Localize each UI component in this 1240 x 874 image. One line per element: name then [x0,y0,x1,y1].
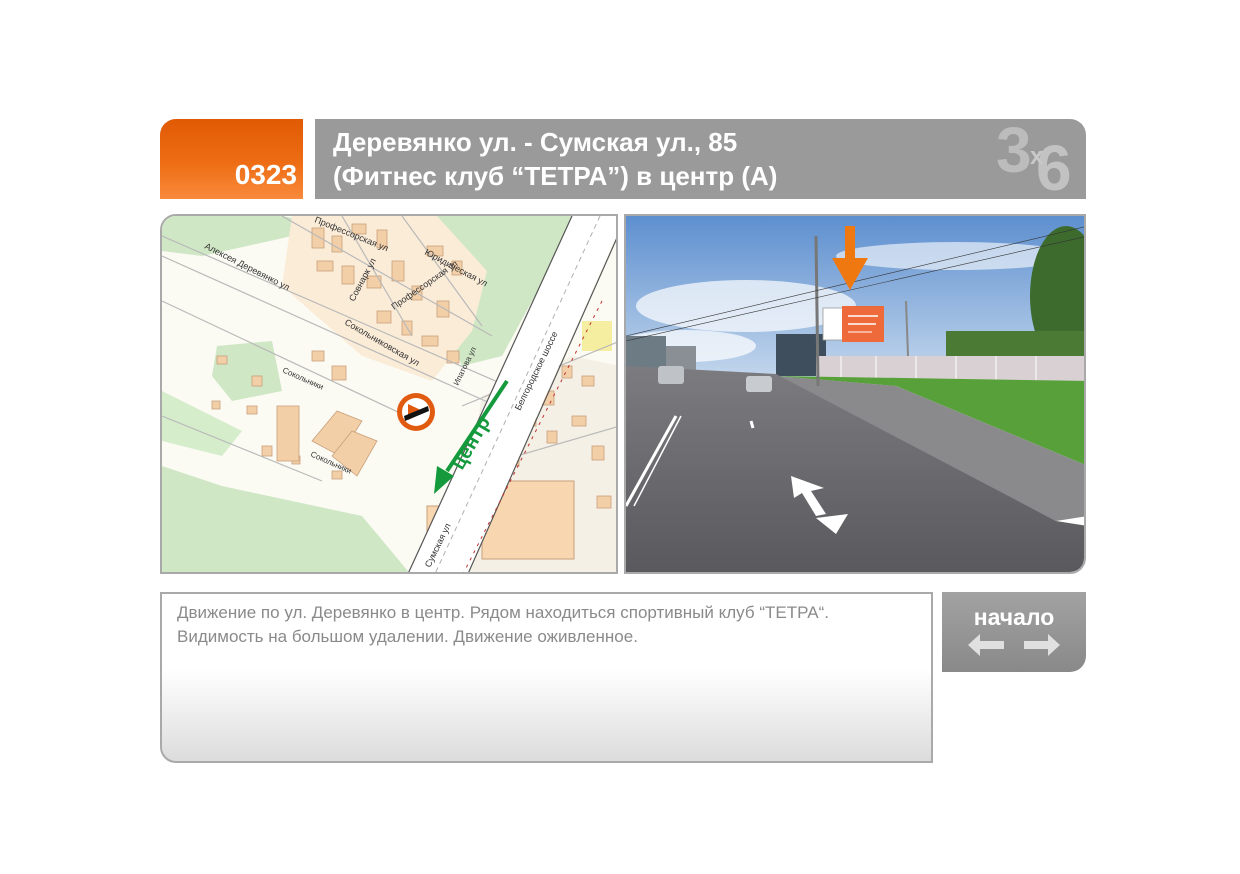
billboard-side-panel [822,307,844,341]
arrow-right-icon[interactable] [1022,634,1060,656]
billboard-marker-icon [397,393,435,431]
street-photo [624,214,1086,574]
home-label[interactable]: начало [942,604,1086,631]
map-canvas: Алексея Деревянко ул Профессорская ул Пр… [162,216,616,572]
description-box: Движение по ул. Деревянко в центр. Рядом… [160,592,933,763]
board-code-tab: 0323 [160,119,303,199]
board-code: 0323 [234,159,297,190]
title-bar: Деревянко ул. - Сумская ул., 85 (Фитнес … [315,119,1086,199]
format-times: x [1030,143,1044,170]
location-map: Алексея Деревянко ул Профессорская ул Пр… [160,214,618,574]
format-width: 3 [996,119,1032,186]
format-3x6-logo: 3 6 x [994,119,1086,199]
address-subtitle: (Фитнес клуб “ТЕТРА”) в центр (А) [333,161,778,191]
description-text: Движение по ул. Деревянко в центр. Рядом… [177,603,830,646]
photo-canvas [626,216,1084,572]
home-nav-button[interactable]: начало [942,592,1086,672]
arrow-left-icon[interactable] [968,634,1006,656]
address-title: Деревянко ул. - Сумская ул., 85 [333,127,738,157]
